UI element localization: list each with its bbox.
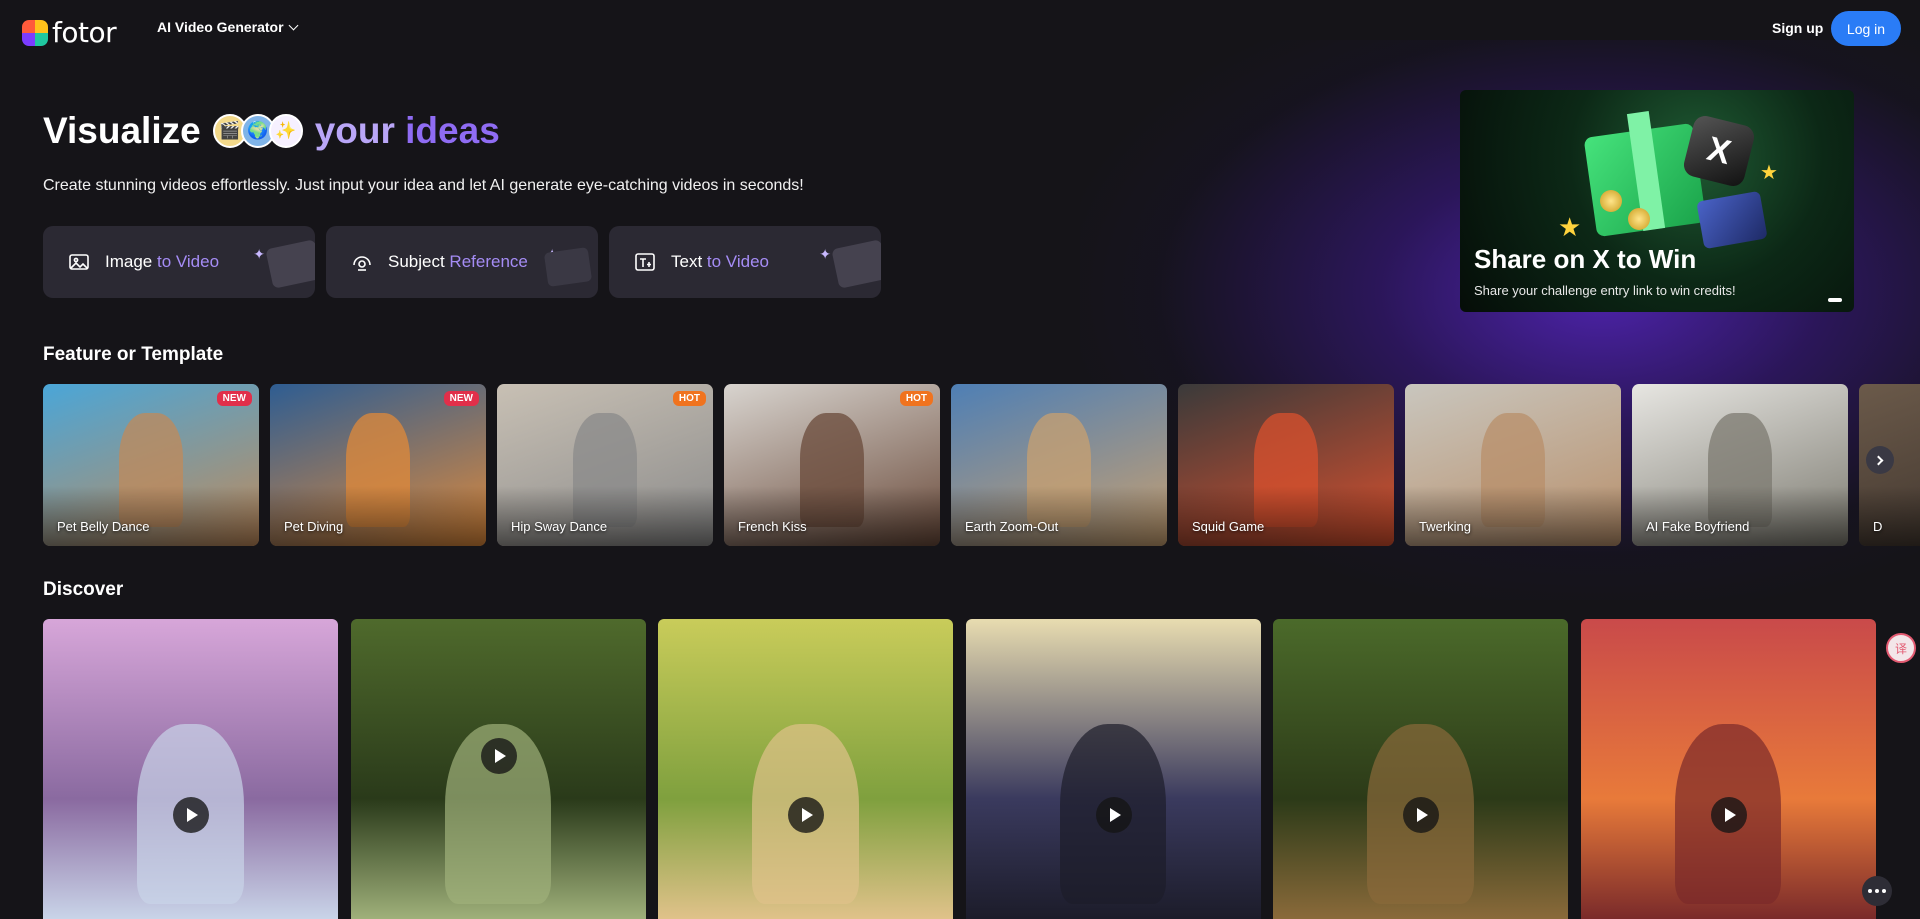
template-label: Squid Game [1192, 519, 1265, 534]
template-label: Hip Sway Dance [511, 519, 608, 534]
template-carousel: NEW Pet Belly Dance NEW Pet Diving HOT Hip Sw… [43, 384, 1920, 546]
carousel-next-button[interactable] [1866, 446, 1894, 474]
discover-card-capybara-guitar[interactable] [1273, 619, 1568, 919]
template-card[interactable]: HOT French Kiss [724, 384, 940, 546]
template-label: Pet Belly Dance [57, 519, 150, 534]
template-label: French Kiss [738, 519, 807, 534]
template-label: Pet Diving [284, 519, 344, 534]
carousel-indicator[interactable] [1828, 298, 1842, 302]
template-card[interactable]: Twerking [1405, 384, 1621, 546]
star-icon: ★ [1558, 212, 1582, 242]
image-to-video-card[interactable]: Image to Video ✦ [43, 226, 315, 298]
star-icon: ★ [1760, 162, 1778, 184]
fotor-logo[interactable]: fotor [22, 16, 117, 49]
chevron-down-icon [288, 20, 299, 30]
discover-card-uluru-sunset[interactable] [1580, 619, 1876, 919]
play-icon[interactable] [480, 738, 517, 774]
template-badge: NEW [443, 391, 479, 406]
hero-emoji-group: 🎬 🌍 ✨ [212, 114, 303, 148]
promo-banner[interactable]: X ★ ★ Share on X to Win Share your chall… [1460, 90, 1854, 312]
image-icon [69, 254, 89, 270]
play-icon[interactable] [1095, 797, 1132, 833]
template-badge: HOT [899, 391, 933, 406]
hero-title-part1: Visualize [43, 110, 201, 151]
login-button[interactable]: Log in [1831, 11, 1901, 46]
template-card[interactable]: Earth Zoom-Out [951, 384, 1167, 546]
sparkle-icon: ✦ [819, 246, 831, 262]
hero-title: Visualize 🎬 🌍 ✨ your ideas [43, 110, 500, 152]
banner-subtitle: Share your challenge entry link to win c… [1474, 283, 1736, 298]
signup-link[interactable]: Sign up [1772, 20, 1823, 36]
template-card[interactable]: AI Fake Boyfriend [1632, 384, 1848, 546]
template-card[interactable]: NEW Pet Diving [270, 384, 486, 546]
sparkles-icon: ✨ [268, 114, 303, 148]
logo-text: fotor [52, 16, 117, 49]
discover-card-pink-hair-girl[interactable] [43, 619, 338, 919]
coin-icon [1628, 208, 1650, 230]
fotor-logo-icon [22, 19, 48, 46]
template-badge: NEW [216, 391, 252, 406]
mode-illustration [831, 239, 881, 289]
more-options-button[interactable] [1862, 876, 1892, 906]
hero-title-part3: ideas [405, 110, 500, 151]
discover-card-rabbit-flamingo[interactable] [350, 619, 646, 919]
template-label: AI Fake Boyfriend [1646, 519, 1750, 534]
template-card[interactable]: HOT Hip Sway Dance [497, 384, 713, 546]
mode-illustration [265, 239, 315, 289]
sparkle-icon: ✦ [253, 246, 265, 262]
play-icon[interactable] [1403, 797, 1439, 833]
mode-selector: Image to Video ✦ Subject Reference ✦ Tex… [43, 226, 881, 298]
template-card[interactable]: Squid Game [1178, 384, 1394, 546]
translate-icon[interactable]: 译 [1886, 633, 1916, 663]
coin-icon [1600, 190, 1622, 212]
template-card[interactable]: NEW Pet Belly Dance [43, 384, 259, 546]
top-navbar: fotor AI Video Generator Sign up Log in [0, 0, 1920, 56]
play-icon[interactable] [1710, 797, 1747, 833]
chevron-right-icon [1873, 455, 1884, 465]
play-icon[interactable] [788, 797, 824, 833]
mode-illustration [543, 247, 593, 287]
nav-menu-label: AI Video Generator [157, 19, 284, 35]
template-label: Twerking [1419, 519, 1472, 534]
template-label: Earth Zoom-Out [965, 519, 1059, 534]
template-badge: HOT [672, 391, 706, 406]
subject-reference-card[interactable]: Subject Reference ✦ [326, 226, 598, 298]
text-to-video-card[interactable]: Text to Video ✦ [609, 226, 881, 298]
mode-label: Image to Video [105, 252, 220, 271]
template-label: D [1873, 519, 1883, 534]
ai-video-generator-menu[interactable]: AI Video Generator [157, 19, 299, 35]
card-illustration [1696, 190, 1768, 250]
text-icon [635, 253, 655, 271]
play-icon[interactable] [173, 797, 209, 833]
hero-subtitle: Create stunning videos effortlessly. Jus… [43, 177, 804, 194]
discover-card-crying-boy[interactable] [658, 619, 953, 919]
subject-icon [353, 256, 371, 271]
mode-label: Text to Video [671, 252, 769, 271]
discover-section-title: Discover [43, 579, 124, 600]
hero-title-part2: your [314, 110, 395, 151]
mode-label: Subject Reference [388, 252, 528, 271]
templates-section-title: Feature or Template [43, 344, 224, 365]
banner-title: Share on X to Win [1474, 244, 1697, 274]
discover-card-alien-saxophone[interactable] [965, 619, 1261, 919]
